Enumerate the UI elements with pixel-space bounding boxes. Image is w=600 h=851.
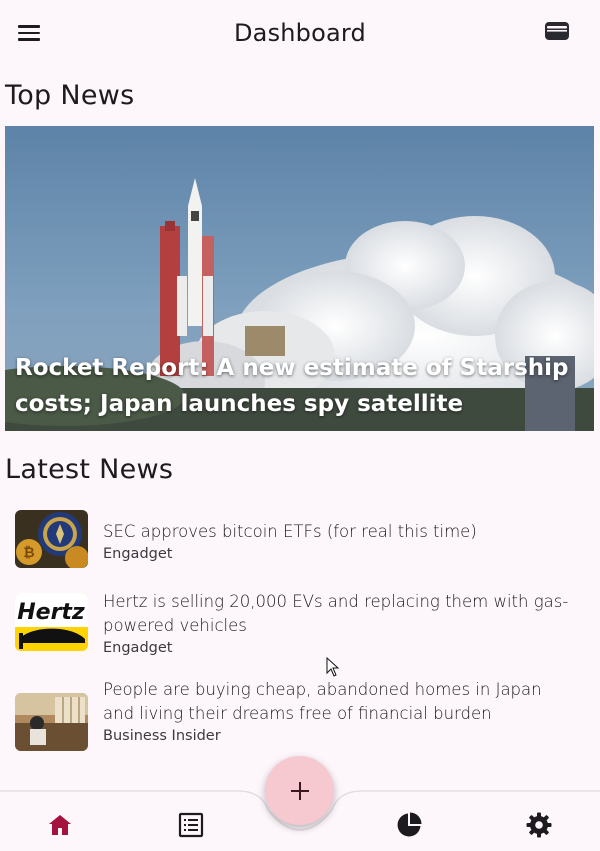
- list-item[interactable]: Hertz Hertz is selling 20,000 EVs and re…: [15, 592, 585, 663]
- news-headline: Hertz is selling 20,000 EVs and replacin…: [103, 592, 569, 635]
- news-source: Engadget: [103, 640, 173, 656]
- news-headline: People are buying cheap, abandoned homes…: [103, 680, 542, 723]
- add-button[interactable]: [265, 756, 334, 825]
- news-source: Business Insider: [103, 728, 221, 744]
- japan-home-thumbnail: [15, 693, 88, 751]
- home-icon[interactable]: [47, 812, 73, 838]
- plus-icon: [290, 781, 309, 800]
- hertz-thumbnail: Hertz: [15, 593, 88, 651]
- news-source: Engadget: [103, 546, 173, 562]
- settings-icon[interactable]: [526, 812, 552, 838]
- top-news-card[interactable]: Rocket Report: A new estimate of Starshi…: [5, 126, 594, 431]
- page-title: Dashboard: [233, 19, 366, 47]
- wallet-icon[interactable]: [544, 20, 572, 46]
- mouse-cursor-icon: [326, 657, 340, 677]
- top-news-headline: Rocket Report: A new estimate of Starshi…: [15, 355, 569, 417]
- list-item[interactable]: ₿ SEC approves bitcoin ETFs (for real th…: [15, 510, 585, 570]
- sec-bitcoin-thumbnail: ₿: [15, 510, 88, 568]
- top-news-heading: Top News: [5, 80, 135, 111]
- hertz-logo-text: Hertz: [17, 600, 85, 625]
- news-headline: SEC approves bitcoin ETFs (for real this…: [103, 522, 477, 541]
- app-bar: Dashboard: [0, 0, 600, 66]
- latest-news-heading: Latest News: [5, 454, 174, 485]
- menu-icon[interactable]: [14, 18, 44, 48]
- pie-chart-icon[interactable]: [396, 812, 422, 838]
- svg-text:₿: ₿: [23, 545, 34, 561]
- list-icon[interactable]: [178, 812, 204, 838]
